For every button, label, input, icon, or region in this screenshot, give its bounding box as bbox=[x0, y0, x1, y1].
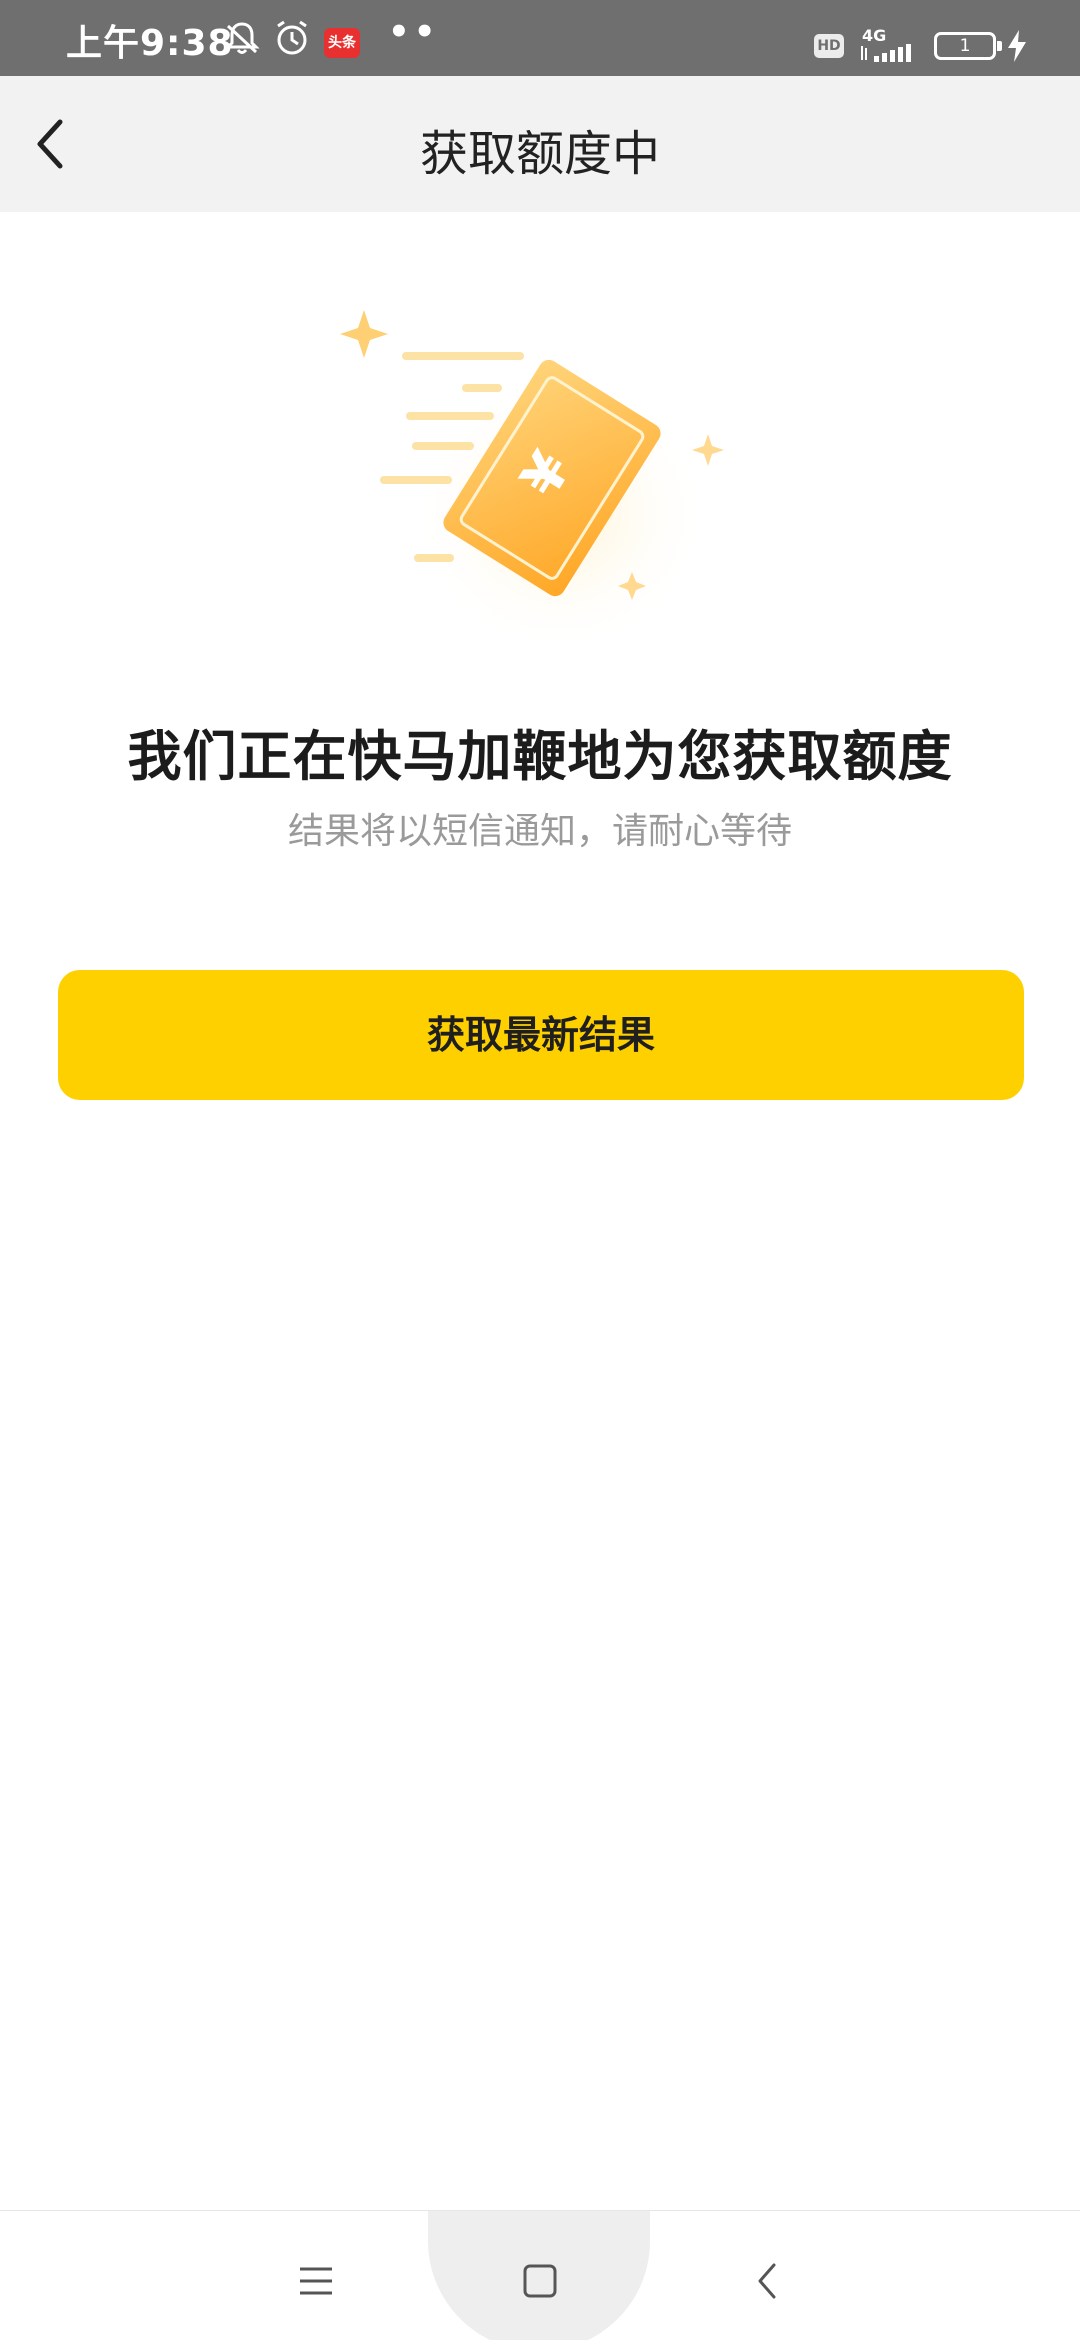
status-bar: 上午9:38 头条 •• HD 4G 1 bbox=[0, 0, 1080, 76]
more-notifications-icon: •• bbox=[388, 12, 440, 52]
system-nav-bar bbox=[0, 2210, 1080, 2340]
get-latest-result-button[interactable]: 获取最新结果 bbox=[58, 970, 1024, 1100]
headline: 我们正在快马加鞭地为您获取额度 bbox=[127, 725, 953, 788]
network-type-label: 4G bbox=[862, 26, 887, 45]
menu-button[interactable] bbox=[288, 2253, 344, 2309]
nav-back-button[interactable] bbox=[740, 2253, 796, 2309]
subtext: 结果将以短信通知，请耐心等待 bbox=[287, 811, 792, 852]
menu-icon bbox=[300, 2267, 332, 2295]
status-time: 上午9:38 bbox=[66, 23, 234, 64]
toutiao-app-icon: 头条 bbox=[324, 28, 360, 58]
back-triangle-icon bbox=[758, 2263, 776, 2299]
page-title: 获取额度中 bbox=[419, 126, 660, 182]
battery-icon: 1 bbox=[934, 32, 1002, 60]
money-card-icon: ¥ bbox=[340, 310, 724, 640]
alarm-icon bbox=[277, 20, 307, 55]
charging-icon bbox=[1008, 30, 1026, 62]
hd-icon: HD bbox=[814, 34, 844, 58]
home-button[interactable] bbox=[512, 2253, 568, 2309]
mute-bell-icon bbox=[224, 22, 260, 54]
title-bar: 获取额度中 bbox=[0, 76, 1080, 212]
home-square-icon bbox=[523, 2264, 557, 2298]
signal-icon bbox=[861, 44, 911, 62]
